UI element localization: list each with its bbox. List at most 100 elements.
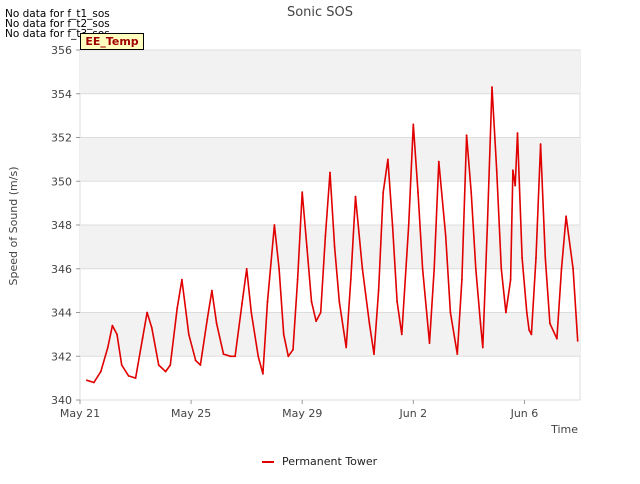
data-point	[417, 191, 419, 194]
data-point	[333, 246, 336, 248]
data-point	[528, 329, 530, 331]
data-point	[141, 337, 144, 340]
data-point	[146, 311, 149, 314]
data-point	[556, 337, 558, 340]
data-point	[287, 355, 290, 358]
data-point	[525, 311, 528, 314]
data-point	[461, 278, 463, 281]
data-point	[120, 364, 123, 366]
data-point	[181, 278, 183, 281]
data-point	[282, 333, 285, 336]
data-point	[516, 132, 519, 135]
data-point	[278, 267, 280, 270]
data-point	[310, 300, 313, 303]
data-point	[421, 267, 424, 270]
data-point	[433, 267, 436, 270]
data-point	[273, 224, 276, 226]
data-point	[245, 267, 248, 270]
data-point	[565, 215, 567, 218]
data-point	[206, 318, 209, 320]
data-point	[449, 311, 452, 314]
data-point	[187, 333, 190, 336]
x-tick-label: Jun 6	[510, 407, 539, 420]
data-point	[241, 302, 243, 305]
data-point	[560, 267, 563, 270]
plot-band	[80, 50, 580, 94]
data-point	[222, 353, 225, 355]
y-tick-label: 356	[51, 44, 72, 57]
data-point	[292, 348, 294, 351]
data-point	[576, 340, 579, 342]
y-axis-label: Speed of Sound (m/s)	[7, 167, 20, 286]
data-point	[400, 333, 403, 336]
data-point	[215, 322, 218, 325]
data-point	[486, 224, 489, 226]
x-tick-label: Jun 2	[398, 407, 427, 420]
data-point	[437, 160, 440, 163]
data-point	[111, 324, 114, 327]
chart: 340 342 344 346 348 350 352 354 356 May 21 May 25 M…	[0, 0, 640, 480]
chart-svg: 340 342 344 346 348 350 352 354 356 May 21 May 25 M…	[7, 5, 581, 468]
y-tick-label: 340	[51, 394, 72, 407]
data-point	[324, 235, 327, 237]
data-point	[86, 379, 88, 382]
y-tick-label: 342	[51, 350, 72, 363]
data-point	[211, 289, 213, 292]
data-point	[257, 355, 260, 358]
legend-label-permanent-tower: Permanent Tower	[282, 455, 378, 468]
data-point	[514, 184, 517, 187]
data-point	[164, 370, 167, 373]
data-point	[521, 256, 523, 259]
data-point	[127, 375, 130, 377]
data-point	[315, 320, 317, 323]
data-point	[134, 377, 137, 379]
data-point	[229, 355, 232, 358]
data-point	[407, 224, 410, 226]
data-point	[296, 278, 299, 281]
data-point	[549, 322, 551, 325]
y-tick-label: 344	[51, 307, 72, 320]
plot-band	[80, 312, 580, 357]
data-point	[456, 353, 459, 355]
y-tick-label: 354	[51, 88, 72, 101]
data-point	[150, 326, 153, 329]
data-point	[368, 322, 371, 325]
data-point	[93, 381, 95, 384]
data-point	[373, 353, 375, 355]
data-point	[512, 169, 514, 172]
data-point	[470, 191, 473, 194]
x-tick-label: May 29	[282, 407, 322, 420]
data-point	[338, 300, 341, 303]
data-point	[481, 346, 484, 349]
data-point	[500, 267, 503, 270]
data-point	[491, 86, 493, 89]
data-point	[345, 346, 348, 349]
data-point	[157, 364, 160, 366]
data-point	[250, 311, 253, 314]
y-tick-label: 350	[51, 175, 72, 188]
data-point	[361, 267, 364, 270]
data-point	[176, 307, 179, 309]
data-point	[301, 191, 304, 194]
data-point	[306, 246, 308, 248]
data-point	[539, 143, 542, 146]
data-point	[428, 342, 431, 344]
plot-band	[80, 225, 580, 269]
data-point	[530, 333, 533, 336]
data-point	[391, 224, 394, 226]
chart-title: Sonic SOS	[287, 5, 353, 20]
data-point	[396, 300, 398, 303]
data-point	[199, 364, 202, 366]
data-point	[509, 278, 512, 281]
x-axis-label: Time	[550, 423, 578, 436]
data-point	[572, 267, 574, 270]
data-point	[106, 346, 109, 349]
data-point	[329, 171, 331, 174]
data-point	[194, 359, 197, 362]
data-point	[349, 278, 352, 281]
x-tick-label: May 21	[60, 407, 100, 420]
data-point	[319, 311, 322, 314]
data-point	[479, 322, 482, 325]
data-point	[535, 256, 537, 259]
data-point	[116, 333, 118, 336]
